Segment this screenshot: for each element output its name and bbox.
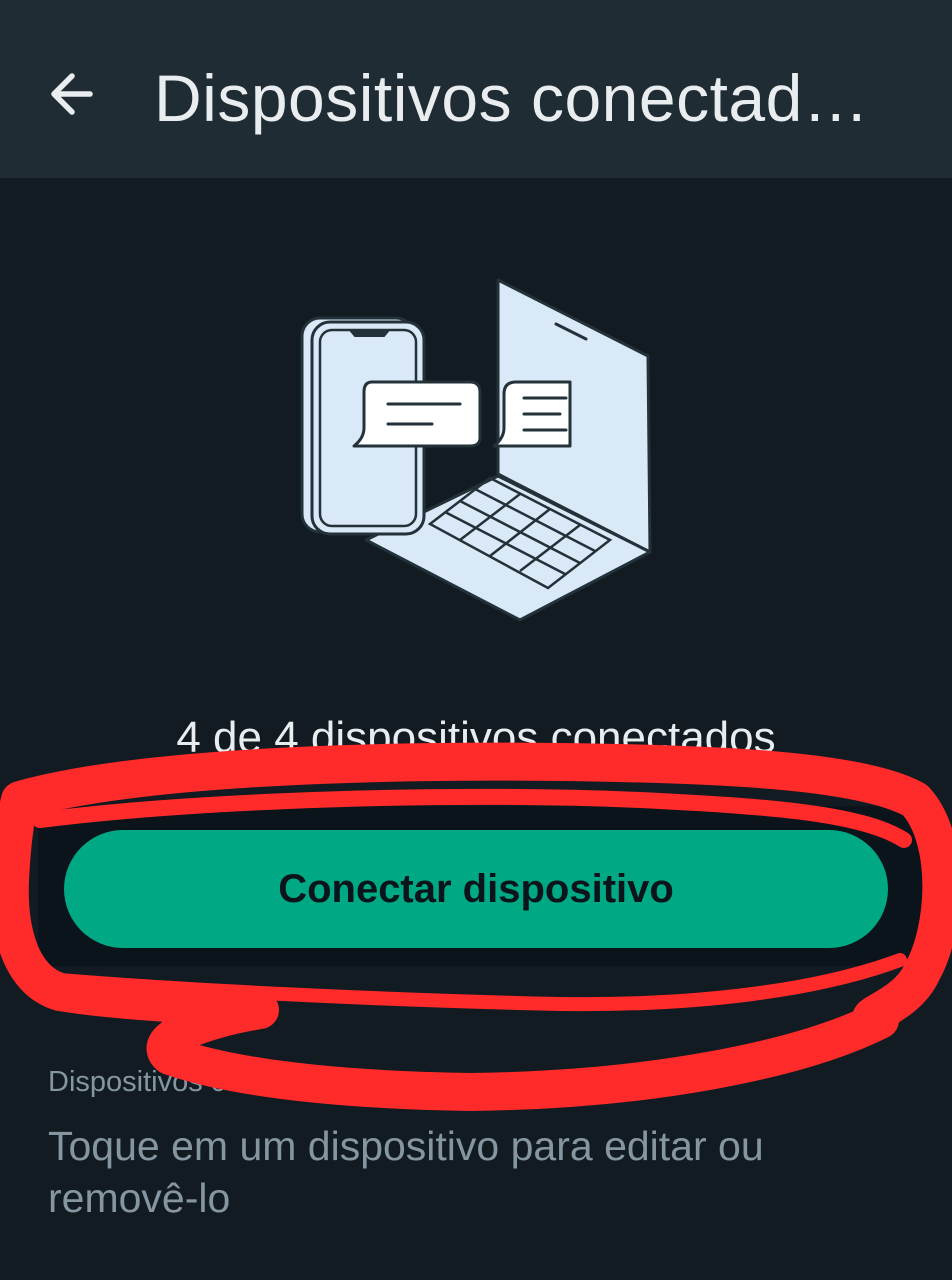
connect-device-button-label: Conectar dispositivo [278,866,674,911]
connect-device-button[interactable]: Conectar dispositivo [64,830,888,948]
section-label: Dispositivos cone [48,1066,274,1098]
page-title: Dispositivos conectad… [154,61,870,135]
app-bar: Dispositivos conectad… [0,0,952,178]
back-button[interactable] [30,52,114,136]
arrow-left-icon [51,73,93,115]
connected-count-text: 4 de 4 dispositivos conectados [176,713,776,762]
hint-text: Toque em um dispositivo para editar ou r… [48,1123,764,1221]
linked-devices-illustration [300,278,652,622]
